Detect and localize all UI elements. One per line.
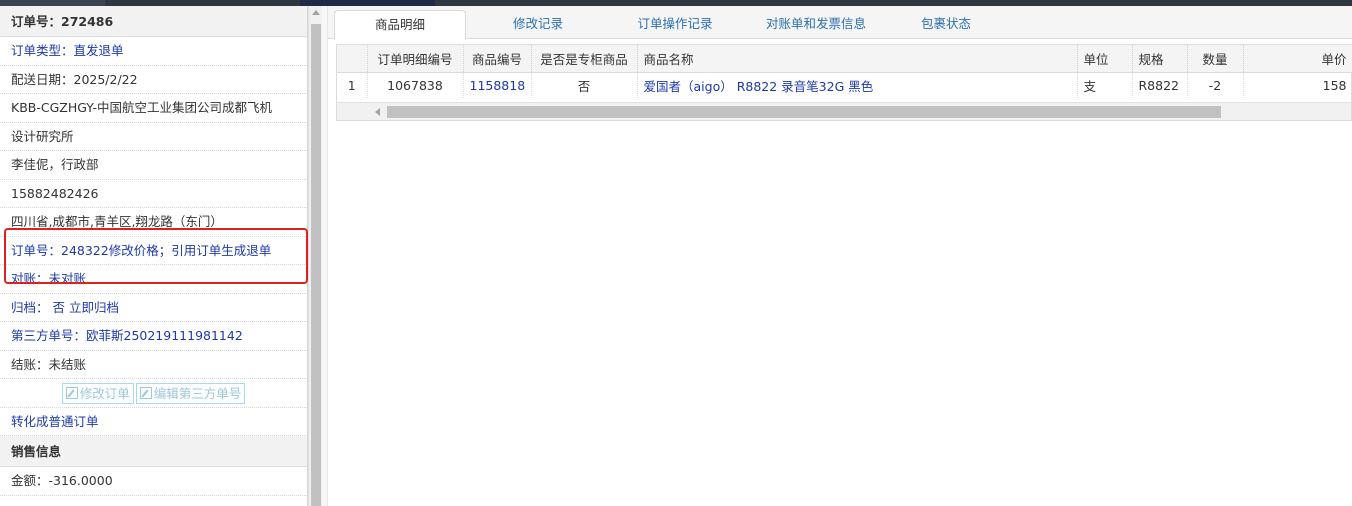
edit-icon [65,387,78,399]
order-number-value: 272486 [61,14,114,29]
archive-value: 否 [52,299,66,315]
order-type-label: 订单类型： [11,43,74,58]
horizontal-scroll-thumb[interactable] [387,106,1221,118]
col-header-detail-id[interactable]: 订单明细编号 [367,45,464,73]
col-header-index [337,45,368,73]
edit-third-party-button-label: 编辑第三方单号 [153,386,242,401]
sales-amount: 金额：-316.0000 [0,467,307,496]
third-party-order-number: 第三方单号：欧菲斯250219111981142 [0,322,307,351]
cell-product-code-link[interactable]: 1158818 [463,72,532,98]
table-header-row: 订单明细编号 商品编号 是否是专柜商品 商品名称 单位 规格 数量 单价 [337,45,1352,73]
archive-label: 归档： [11,299,49,315]
detail-panel: 商品明细 修改记录 订单操作记录 对账单和发票信息 包裹状态 订单明细编号 商品… [328,6,1352,506]
order-actions: 修改订单 编辑第三方单号 [0,379,307,408]
col-header-product-code[interactable]: 商品编号 [463,45,532,73]
product-grid: 订单明细编号 商品编号 是否是专柜商品 商品名称 单位 规格 数量 单价 1 1… [336,44,1352,121]
archive-row: 归档： 否 立即归档 [0,294,307,322]
tab-operation-log[interactable]: 订单操作记录 [620,10,730,39]
edit-third-party-button[interactable]: 编辑第三方单号 [135,383,246,404]
tab-bar: 商品明细 修改记录 订单操作记录 对账单和发票信息 包裹状态 [328,6,1352,40]
left-panel-scrollbar[interactable] [308,6,322,506]
scroll-up-arrow-icon[interactable] [312,10,320,15]
reconcile-status: 对账：未对账 [0,265,307,294]
scroll-left-arrow-icon[interactable] [375,108,380,116]
col-header-counter-item[interactable]: 是否是专柜商品 [531,45,638,73]
product-table: 订单明细编号 商品编号 是否是专柜商品 商品名称 单位 规格 数量 单价 1 1… [337,45,1352,98]
table-row[interactable]: 1 1067838 1158818 否 爱国者（aigo） R8822 录音笔3… [337,72,1352,98]
order-type-value: 直发退单 [73,43,124,58]
convert-to-normal-order-link[interactable]: 转化成普通订单 [0,408,307,436]
order-info-panel: 订单号：272486 订单类型：直发退单 配送日期：2025/2/22 KBB-… [0,6,308,506]
tab-package-status[interactable]: 包裹状态 [906,10,986,39]
order-number-header: 订单号：272486 [0,6,307,37]
col-header-unit[interactable]: 单位 [1077,45,1133,73]
tab-statement-invoice[interactable]: 对账单和发票信息 [746,10,886,39]
settlement-status: 结账：未结账 [0,351,307,379]
sales-info-header: 销售信息 [0,436,307,467]
edit-order-button[interactable]: 修改订单 [61,383,134,404]
contact-phone: 15882482426 [0,180,307,208]
col-header-spec[interactable]: 规格 [1132,45,1188,73]
delivery-address: 四川省,成都市,青羊区,翔龙路（东门） [0,208,307,237]
scrollbar-thumb[interactable] [311,24,321,506]
col-header-unit-price[interactable]: 单价 [1243,45,1352,73]
customer-name-line2: 设计研究所 [0,123,307,151]
edit-icon [139,387,152,399]
cell-quantity: -2 [1187,72,1244,98]
order-type-row: 订单类型：直发退单 [0,37,307,66]
tab-change-log[interactable]: 修改记录 [488,10,588,39]
cell-unit-price: 158 [1243,72,1352,98]
cell-index: 1 [337,72,368,98]
edit-order-button-label: 修改订单 [79,386,130,401]
order-number-label: 订单号： [11,14,62,29]
grid-horizontal-scrollbar[interactable] [337,102,1351,120]
cell-detail-id: 1067838 [367,72,464,98]
cell-product-name-link[interactable]: 爱国者（aigo） R8822 录音笔32G 黑色 [637,72,1078,98]
col-header-quantity[interactable]: 数量 [1187,45,1244,73]
tab-product-details[interactable]: 商品明细 [334,10,466,40]
cell-spec: R8822 [1132,72,1188,98]
delivery-date: 配送日期：2025/2/22 [0,66,307,94]
cell-unit: 支 [1077,72,1133,98]
contact-person: 李佳伲，行政部 [0,151,307,180]
col-header-product-name[interactable]: 商品名称 [637,45,1078,73]
archive-now-link[interactable]: 立即归档 [69,300,119,315]
reference-order-note: 订单号：248322修改价格；引用订单生成退单 [0,237,307,265]
customer-name-line1: KBB-CGZHGY-中国航空工业集团公司成都飞机 [0,94,307,123]
cell-counter-item: 否 [531,72,638,98]
